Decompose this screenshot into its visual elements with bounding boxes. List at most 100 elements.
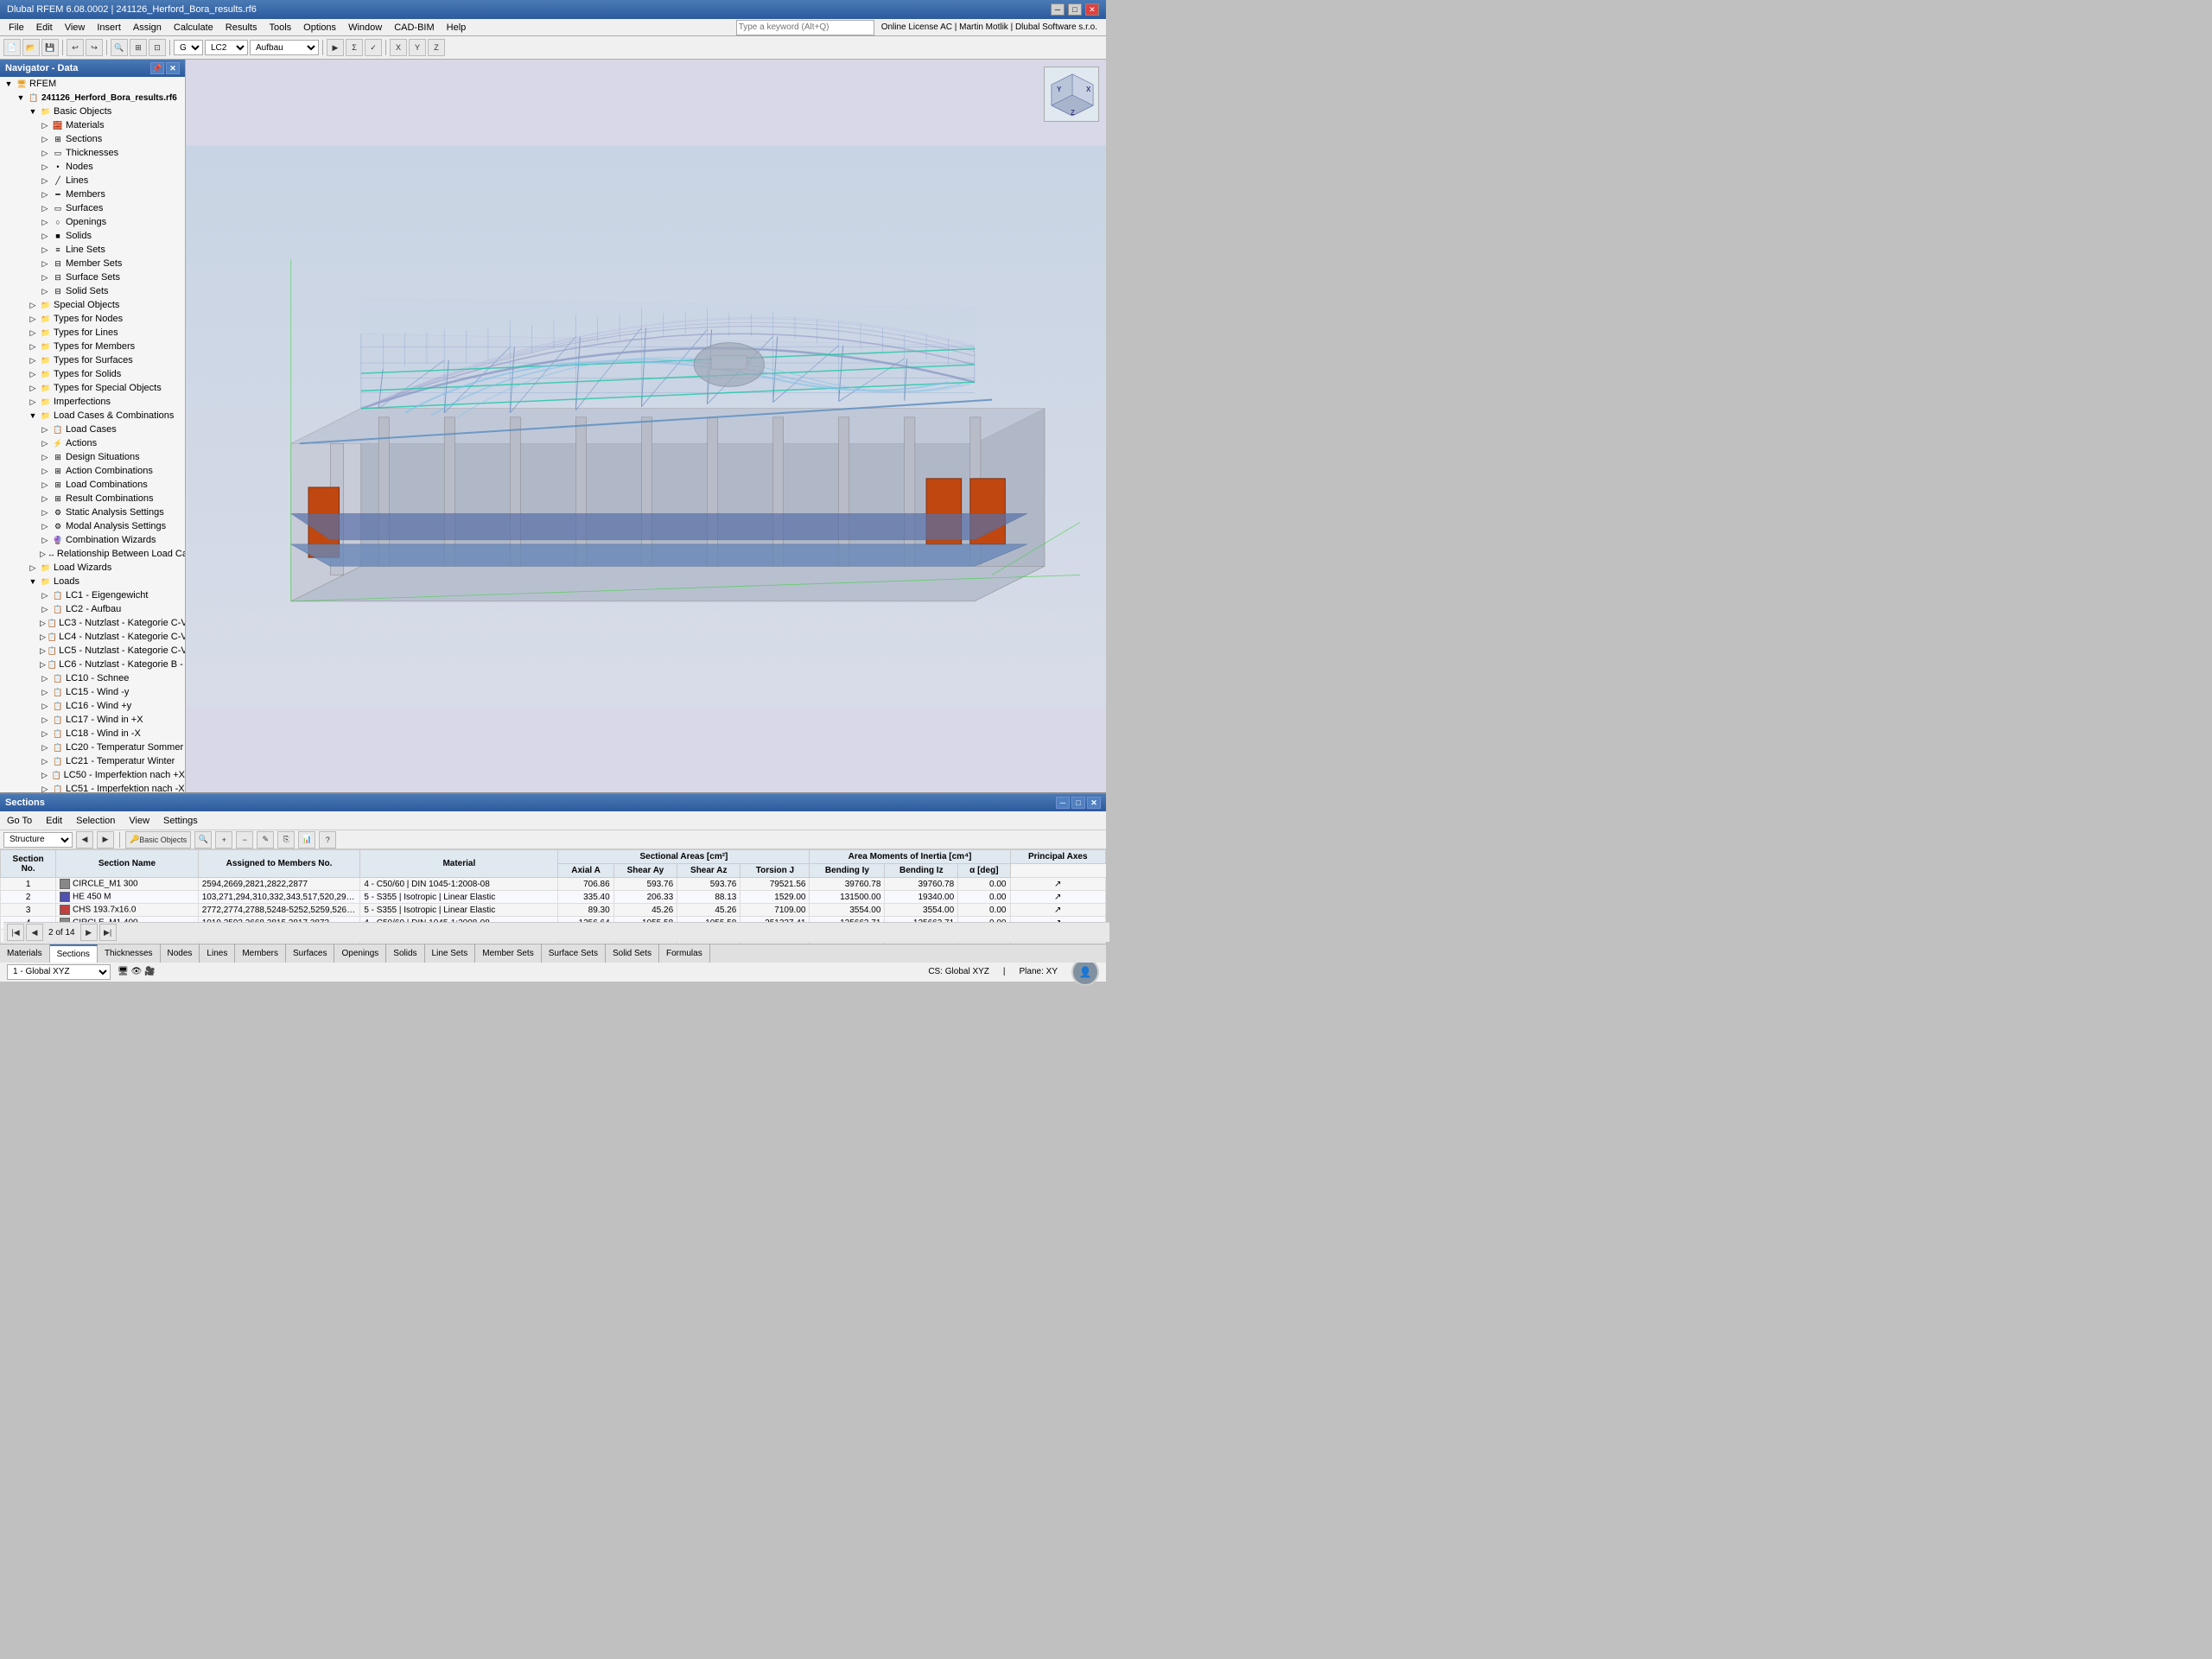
- nav-close-btn[interactable]: ✕: [166, 62, 180, 74]
- nav-item-lc3[interactable]: ▷ 📋 LC3 - Nutzlast - Kategorie C-Var 1: [0, 616, 185, 630]
- table-row[interactable]: 2 HE 450 M 103,271,294,310,332,343,517,5…: [1, 891, 1106, 904]
- expand-lc3[interactable]: ▷: [40, 618, 46, 628]
- sec-add-btn[interactable]: +: [215, 831, 232, 849]
- expand-lc15[interactable]: ▷: [40, 687, 50, 697]
- case-combo[interactable]: Aufbau: [250, 40, 319, 55]
- table-row[interactable]: 1 CIRCLE_M1 300 2594,2669,2821,2822,2877…: [1, 878, 1106, 891]
- nav-item-modal-anal[interactable]: ▷ ⚙ Modal Analysis Settings: [0, 519, 185, 533]
- pag-first-btn[interactable]: |◀: [7, 924, 24, 941]
- menu-cadbim[interactable]: CAD-BIM: [389, 21, 439, 35]
- nav-item-load-comb[interactable]: ▷ ⊞ Load Combinations: [0, 478, 185, 492]
- maximize-button[interactable]: □: [1068, 3, 1082, 16]
- nav-item-nodes[interactable]: ▷ • Nodes: [0, 160, 185, 174]
- nav-item-lc18[interactable]: ▷ 📋 LC18 - Wind in -X: [0, 727, 185, 741]
- nav-item-lines[interactable]: ▷ ╱ Lines: [0, 174, 185, 188]
- tab-solidsets[interactable]: Solid Sets: [606, 944, 659, 963]
- pag-next-btn[interactable]: ▶: [80, 924, 98, 941]
- nav-item-load-combs[interactable]: ▼ 📁 Load Cases & Combinations: [0, 409, 185, 423]
- expand-lc1[interactable]: ▷: [40, 590, 50, 601]
- tab-members[interactable]: Members: [235, 944, 286, 963]
- menu-file[interactable]: File: [3, 21, 29, 35]
- tab-membersets[interactable]: Member Sets: [475, 944, 541, 963]
- sec-del-btn[interactable]: −: [236, 831, 253, 849]
- tab-openings[interactable]: Openings: [334, 944, 386, 963]
- nav-item-membersets[interactable]: ▷ ⊟ Member Sets: [0, 257, 185, 270]
- tb-zoom-sel[interactable]: ⊡: [149, 39, 166, 56]
- tb-y-axis[interactable]: Y: [409, 39, 426, 56]
- menu-results[interactable]: Results: [220, 21, 263, 35]
- nav-item-thicknesses[interactable]: ▷ ▭ Thicknesses: [0, 146, 185, 160]
- sec-copy-btn[interactable]: ⎘: [277, 831, 295, 849]
- expand-result-comb[interactable]: ▷: [40, 493, 50, 504]
- pag-last-btn[interactable]: ▶|: [99, 924, 117, 941]
- expand-lc18[interactable]: ▷: [40, 728, 50, 739]
- tab-nodes[interactable]: Nodes: [161, 944, 200, 963]
- menu-options[interactable]: Options: [298, 21, 341, 35]
- nav-item-surfacesets[interactable]: ▷ ⊟ Surface Sets: [0, 270, 185, 284]
- nav-item-loads[interactable]: ▼ 📁 Loads: [0, 575, 185, 588]
- tb-calc[interactable]: Σ: [346, 39, 363, 56]
- nav-item-lc17[interactable]: ▷ 📋 LC17 - Wind in +X: [0, 713, 185, 727]
- nav-item-surfaces[interactable]: ▷ ▭ Surfaces: [0, 201, 185, 215]
- sec-help-btn[interactable]: ?: [319, 831, 336, 849]
- nav-pin-btn[interactable]: 📌: [150, 62, 164, 74]
- expand-lc16[interactable]: ▷: [40, 701, 50, 711]
- sections-settings[interactable]: Settings: [160, 815, 201, 827]
- nav-item-file[interactable]: ▼ 📋 241126_Herford_Bora_results.rf6: [0, 91, 185, 105]
- tab-linesets[interactable]: Line Sets: [425, 944, 476, 963]
- expand-basic[interactable]: ▼: [28, 106, 38, 117]
- nav-item-rel-lc[interactable]: ▷ ↔ Relationship Between Load Cases: [0, 547, 185, 561]
- expand-types-solids[interactable]: ▷: [28, 369, 38, 379]
- expand-lc2[interactable]: ▷: [40, 604, 50, 614]
- sections-goto[interactable]: Go To: [3, 815, 35, 827]
- nav-item-linesets[interactable]: ▷ ≡ Line Sets: [0, 243, 185, 257]
- nav-item-basic[interactable]: ▼ 📁 Basic Objects: [0, 105, 185, 118]
- viewport[interactable]: X Y Z: [186, 60, 1106, 792]
- menu-edit[interactable]: Edit: [31, 21, 58, 35]
- expand-surfacesets[interactable]: ▷: [40, 272, 50, 283]
- tb-open[interactable]: 📂: [22, 39, 40, 56]
- nav-item-lc15[interactable]: ▷ 📋 LC15 - Wind -y: [0, 685, 185, 699]
- sec-filter-btn[interactable]: 🔍: [194, 831, 212, 849]
- menu-window[interactable]: Window: [343, 21, 387, 35]
- expand-solids[interactable]: ▷: [40, 231, 50, 241]
- nav-item-lc6[interactable]: ▷ 📋 LC6 - Nutzlast - Kategorie B - Var 2: [0, 658, 185, 671]
- tab-materials[interactable]: Materials: [0, 944, 50, 963]
- sections-selection[interactable]: Selection: [73, 815, 118, 827]
- tab-surfaces[interactable]: Surfaces: [286, 944, 334, 963]
- nav-item-lc4[interactable]: ▷ 📋 LC4 - Nutzlast - Kategorie C-Var 1: [0, 630, 185, 644]
- sec-next-btn[interactable]: ▶: [97, 831, 114, 849]
- expand-lc21[interactable]: ▷: [40, 756, 50, 766]
- expand-imperf[interactable]: ▷: [28, 397, 38, 407]
- tb-redo[interactable]: ↪: [86, 39, 103, 56]
- expand-thick[interactable]: ▷: [40, 148, 50, 158]
- expand-sections[interactable]: ▷: [40, 134, 50, 144]
- nav-item-sections[interactable]: ▷ ⊞ Sections: [0, 132, 185, 146]
- expand-types-special[interactable]: ▷: [28, 383, 38, 393]
- cs-select[interactable]: 1 - Global XYZ: [7, 964, 111, 980]
- nav-item-special[interactable]: ▷ 📁 Special Objects: [0, 298, 185, 312]
- expand-openings[interactable]: ▷: [40, 217, 50, 227]
- tb-save[interactable]: 💾: [41, 39, 59, 56]
- nav-item-lc16[interactable]: ▷ 📋 LC16 - Wind +y: [0, 699, 185, 713]
- expand-load-comb[interactable]: ▷: [40, 480, 50, 490]
- expand-modal[interactable]: ▷: [40, 521, 50, 531]
- expand-lc51[interactable]: ▷: [40, 784, 50, 792]
- nav-item-rfem[interactable]: ▼ 🖥 RFEM: [0, 77, 185, 91]
- expand-lc4[interactable]: ▷: [40, 632, 46, 642]
- nav-item-lc1[interactable]: ▷ 📋 LC1 - Eigengewicht: [0, 588, 185, 602]
- basic-obj-btn[interactable]: 🔑 Basic Objects: [125, 831, 191, 849]
- nav-item-solids[interactable]: ▷ ■ Solids: [0, 229, 185, 243]
- expand-rel-lc[interactable]: ▷: [40, 549, 46, 559]
- tb-zoom-all[interactable]: ⊞: [130, 39, 147, 56]
- tb-z-axis[interactable]: Z: [428, 39, 445, 56]
- pag-prev-btn[interactable]: ◀: [26, 924, 43, 941]
- sec-excel-btn[interactable]: 📊: [298, 831, 315, 849]
- expand-membersets[interactable]: ▷: [40, 258, 50, 269]
- tb-x-axis[interactable]: X: [390, 39, 407, 56]
- expand-materials[interactable]: ▷: [40, 120, 50, 130]
- menu-insert[interactable]: Insert: [92, 21, 126, 35]
- nav-item-lc5[interactable]: ▷ 📋 LC5 - Nutzlast - Kategorie C-Var 2: [0, 644, 185, 658]
- expand-members[interactable]: ▷: [40, 189, 50, 200]
- expand-nodes[interactable]: ▷: [40, 162, 50, 172]
